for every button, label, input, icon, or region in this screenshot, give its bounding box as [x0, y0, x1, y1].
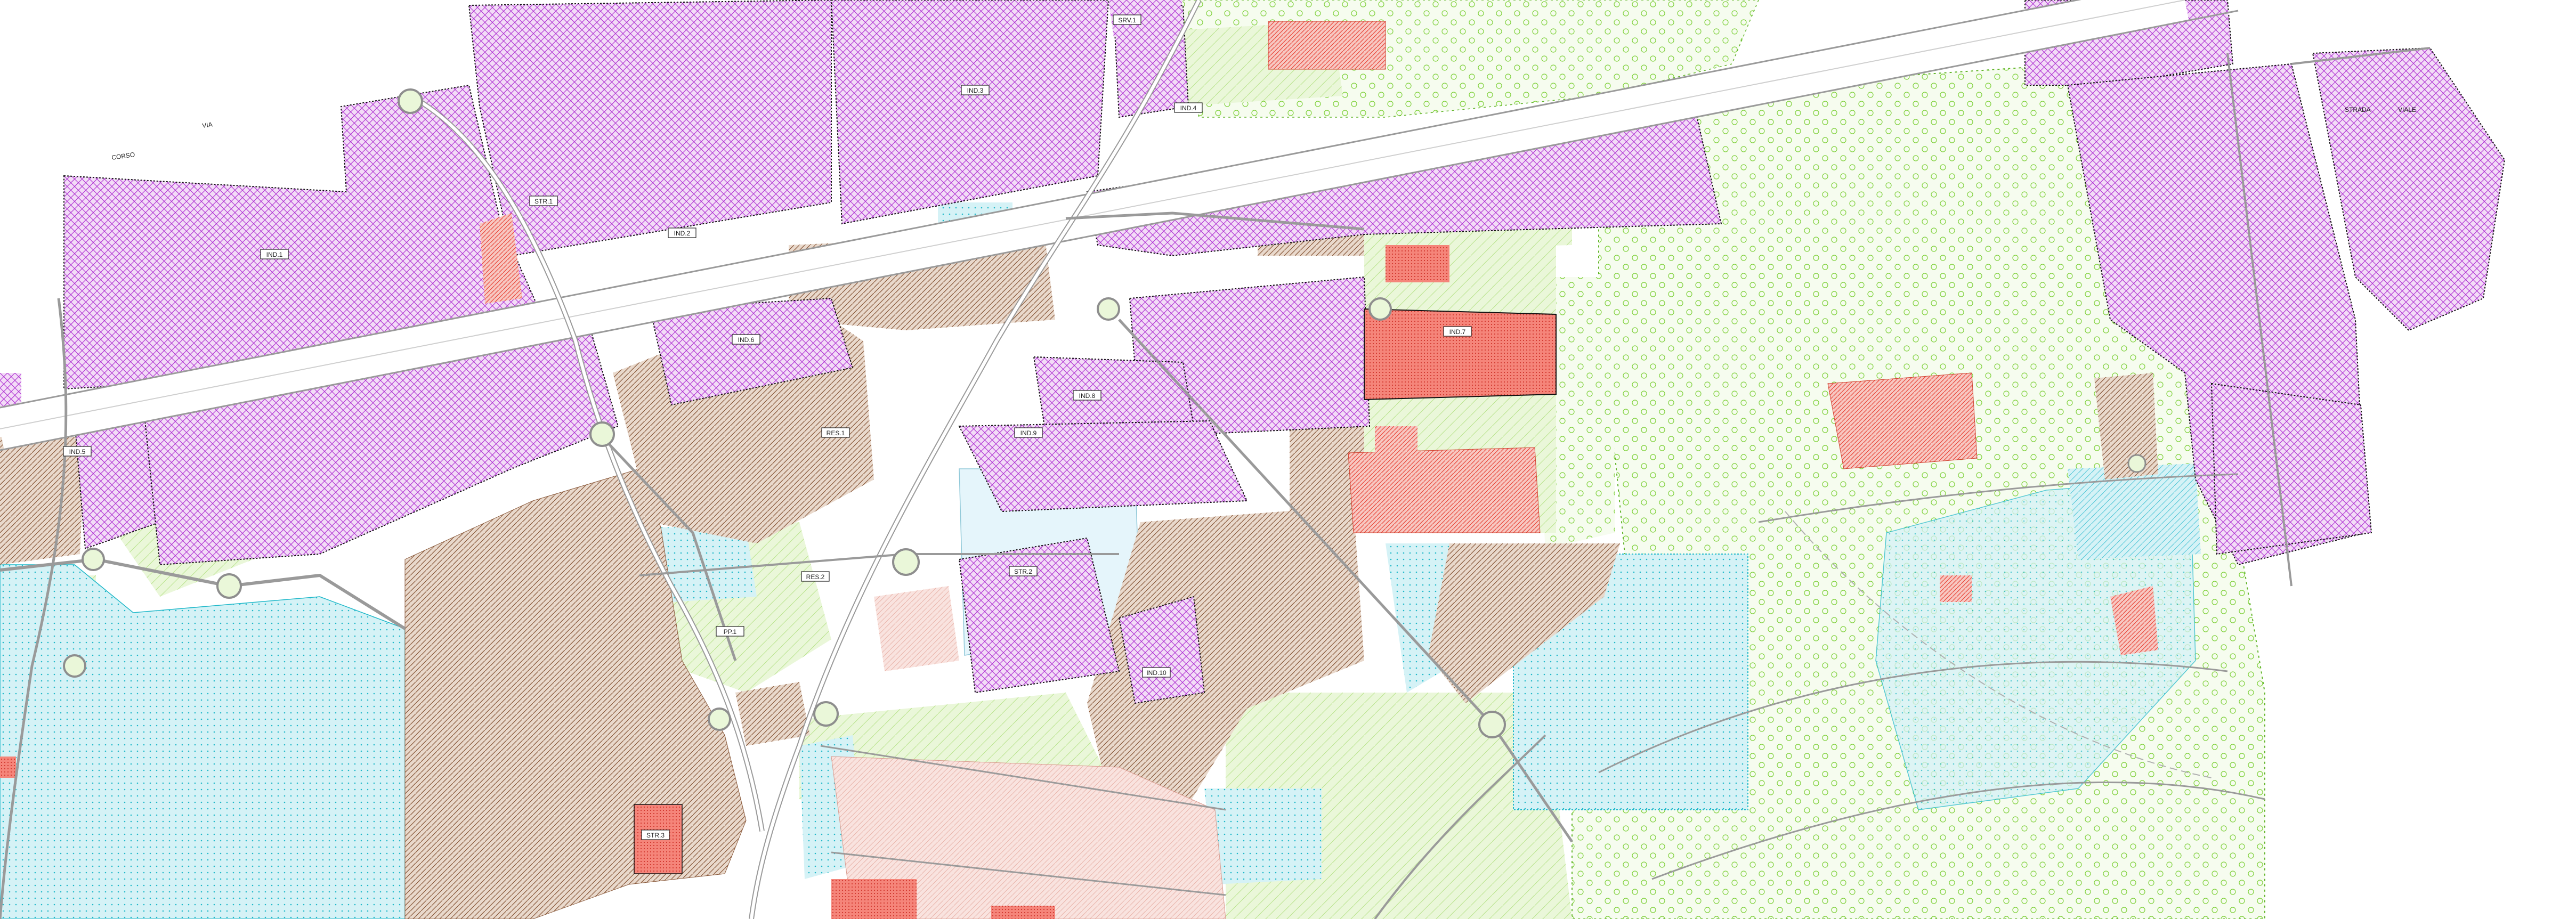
zone-code-label: STR.3 [641, 829, 670, 840]
zone-code-text: STR.2 [1014, 568, 1032, 575]
zone-code-text: IND.7 [1449, 328, 1466, 336]
zone-code-text: IND.5 [69, 448, 86, 456]
zone-code-label: STR.1 [529, 196, 558, 206]
zone-code-text: IND.2 [674, 230, 691, 237]
zone-code-label: IND.1 [260, 249, 289, 259]
zone-code-label: SRV.1 [1113, 14, 1141, 25]
zone-code-text: IND.1 [266, 251, 283, 258]
zone-code-label: IND.9 [1014, 427, 1043, 438]
zone-code-text: IND.3 [967, 87, 984, 94]
zone-code-text: PP.1 [724, 628, 737, 636]
zone-code-text: IND.10 [1146, 669, 1167, 677]
zone-code-text: STR.1 [534, 198, 553, 205]
place-name: VIALE [2398, 106, 2416, 113]
zone-code-label: IND.6 [732, 334, 760, 345]
zone-code-text: IND.4 [1180, 104, 1197, 112]
zone-code-text: SRV.1 [1118, 17, 1136, 24]
zone-code-label: IND.8 [1073, 390, 1101, 401]
place-name: VIA [201, 120, 213, 129]
zone-code-text: RES.2 [806, 573, 825, 581]
zone-code-text: RES.1 [827, 429, 845, 437]
zone-code-label: IND.2 [668, 227, 696, 238]
zone-code-text: IND.6 [738, 336, 755, 344]
zone-code-text: STR.3 [646, 832, 665, 839]
zone-code-label: IND.7 [1443, 326, 1472, 337]
zone-code-label: IND.10 [1142, 667, 1171, 678]
zone-code-label: RES.2 [801, 571, 830, 582]
zone-code-label: STR.2 [1009, 566, 1038, 576]
zone-code-text: IND.9 [1020, 429, 1037, 437]
zone-code-label: PP.1 [716, 626, 744, 637]
zone-code-label: IND.4 [1174, 102, 1203, 113]
place-name: STRADA [2345, 106, 2371, 113]
zone-code-label: IND.5 [63, 446, 92, 457]
zone-code-label: IND.3 [961, 85, 990, 95]
zone-code-label: RES.1 [821, 427, 850, 438]
zone-code-text: IND.8 [1079, 392, 1096, 400]
zoning-map[interactable]: IND.1 IND.2 IND.3 IND.4 IND.5 IND.6 IND.7 IND.8… [0, 0, 2576, 919]
